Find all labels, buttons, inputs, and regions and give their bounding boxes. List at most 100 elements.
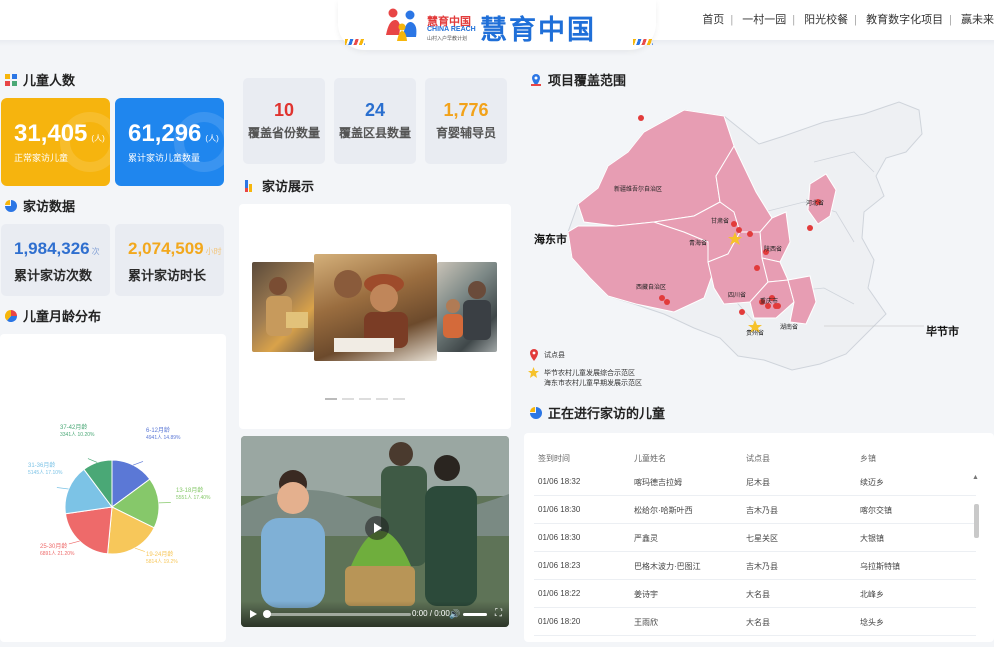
logo-tab[interactable]: 慧育中国 CHINA REACH 山村入户早教计划 慧育中国 (338, 0, 656, 50)
cell-child-name: 严鑫灵 (634, 533, 658, 544)
visit-card-count: 1,984,326次 累计家访次数 (1, 224, 110, 296)
scroll-up-icon[interactable]: ▲ (972, 474, 979, 481)
nav-home[interactable]: 首页 (702, 14, 724, 26)
visit-value: 2,074,509 (128, 239, 204, 258)
star-icon (528, 367, 539, 378)
visit-unit: 次 (92, 247, 100, 256)
city-label-haidong: 海东市 (534, 231, 567, 247)
pie-label-detail: 5145人 17.10% (28, 470, 63, 476)
map-section-title: 项目覆盖范围 (530, 70, 626, 89)
video-player[interactable]: 0:00 / 0:00 🔊 ⛶ (241, 436, 509, 627)
coverage-label: 育婴辅导员 (425, 124, 507, 141)
carousel-photo-right[interactable] (437, 262, 497, 352)
header-township: 乡镇 (860, 453, 876, 464)
table-row[interactable]: 01/06 18:22姜诗宇大名县北峰乡 (534, 580, 976, 608)
cell-township: 续迈乡 (860, 477, 884, 488)
cell-township: 北峰乡 (860, 589, 884, 600)
video-controls: 0:00 / 0:00 🔊 ⛶ (241, 601, 509, 627)
coverage-map[interactable]: 新疆维吾尔自治区 甘肃省 青海省 河北省 陕西省 西藏自治区 四川省 重庆市 湖… (524, 92, 994, 397)
map-label-sichuan: 四川省 (728, 290, 746, 299)
cell-checkin-time: 01/06 18:22 (538, 589, 580, 598)
stripe-decoration-right (633, 39, 653, 45)
map-label-qinghai: 青海省 (689, 238, 707, 247)
stripe-decoration-left (345, 39, 365, 45)
video-progress-knob[interactable] (263, 610, 271, 618)
coverage-value: 24 (334, 100, 416, 121)
section-title-text: 项目覆盖范围 (548, 70, 626, 89)
nav-win-future[interactable]: 赢未来 (961, 14, 994, 26)
legend-bijie-zone: 毕节农村儿童发展综合示范区 (528, 367, 635, 378)
carousel-photo-center[interactable] (314, 254, 437, 361)
section-title-text: 家访数据 (23, 196, 75, 215)
map-label-chongqing: 重庆市 (760, 296, 778, 305)
pie-label-name: 13-18月龄 (176, 486, 203, 494)
logo-subtitle: 山村入户早教计划 (427, 35, 467, 42)
table-row[interactable]: 01/06 18:32喀玛德吉拉姆尼木县续迈乡 (534, 468, 976, 496)
map-label-tibet: 西藏自治区 (636, 282, 666, 291)
carousel-dot[interactable] (376, 398, 388, 400)
table-row[interactable]: 01/06 18:20王雨欣大名县埝头乡 (534, 608, 976, 636)
cell-child-name: 松给尔·哈斯叶西 (634, 505, 693, 516)
age-chart-panel: 6-12月龄4941人 14.89%13-18月龄5551人 17.40%19-… (0, 334, 226, 642)
photo-adult-icon (437, 262, 497, 352)
pie-leader-line (57, 487, 69, 489)
carousel-dot[interactable] (393, 398, 405, 400)
stat-value: 31,405 (14, 120, 87, 147)
cell-checkin-time: 01/06 18:20 (538, 617, 580, 626)
visit-data-title: 家访数据 (5, 196, 75, 215)
visiting-table-title: 正在进行家访的儿童 (530, 403, 665, 422)
pie-label-name: 25-30月龄 (40, 542, 67, 550)
legend-haidong-zone: 海东市农村儿童早期发展示范区 (544, 378, 642, 388)
nav-digital-education[interactable]: 教育数字化项目 (866, 14, 943, 26)
carousel-dot[interactable] (342, 398, 354, 400)
children-count-title: 儿童人数 (5, 70, 75, 89)
legend-pilot-county: 试点县 (529, 349, 565, 361)
table-row[interactable]: 01/06 18:23巴格木波力·巴图江吉木乃县乌拉斯特镇 (534, 552, 976, 580)
coverage-card-tutors: 1,776 育婴辅导员 (425, 78, 507, 164)
stat-unit: (人) (205, 134, 218, 143)
nav-sunshine-meals[interactable]: 阳光校餐 (804, 14, 848, 26)
map-label-guizhou: 贵州省 (746, 328, 764, 337)
map-label-gansu: 甘肃省 (711, 216, 729, 225)
video-play-button[interactable] (365, 516, 389, 540)
age-pie-chart: 6-12月龄4941人 14.89%13-18月龄5551人 17.40%19-… (0, 334, 226, 642)
video-progress-bar[interactable] (265, 613, 411, 616)
volume-icon[interactable]: 🔊 (449, 609, 460, 620)
legend-text: 海东市农村儿童早期发展示范区 (544, 378, 642, 388)
pie-segment-icon (530, 407, 542, 419)
section-title-text: 儿童月龄分布 (23, 306, 101, 325)
carousel-dot[interactable] (325, 398, 337, 400)
pie-label-name: 37-42月龄 (60, 423, 87, 431)
nav-one-village-one-kindergarten[interactable]: 一村一园 (742, 14, 786, 26)
map-label-hunan: 湖南省 (780, 322, 798, 331)
carousel-dot[interactable] (359, 398, 371, 400)
play-icon[interactable] (250, 610, 257, 618)
volume-slider[interactable] (463, 613, 487, 616)
pin-icon (529, 349, 539, 361)
stat-card-total-children: 61,296(人) 累计家访儿童数量 (115, 98, 224, 186)
table-scrollbar[interactable] (974, 504, 979, 538)
legend-text: 毕节农村儿童发展综合示范区 (544, 368, 635, 378)
coverage-card-counties: 24 覆盖区县数量 (334, 78, 416, 164)
pie-slice[interactable] (65, 507, 112, 554)
pie-leader-line (88, 459, 97, 463)
top-nav: 首页| 一村一园| 阳光校餐| 教育数字化项目| 赢未来 (702, 11, 994, 27)
pie-label-detail: 5814人 19.2% (146, 559, 178, 565)
video-time: 0:00 / 0:00 (412, 609, 450, 618)
photo-carousel-panel[interactable] (239, 204, 511, 429)
cell-township: 埝头乡 (860, 617, 884, 628)
header-child-name: 儿童姓名 (634, 453, 666, 464)
cell-checkin-time: 01/06 18:32 (538, 477, 580, 486)
stat-unit: (人) (91, 134, 104, 143)
city-label-bijie: 毕节市 (926, 323, 959, 339)
cell-checkin-time: 01/06 18:23 (538, 561, 580, 570)
table-row[interactable]: 01/06 18:30严鑫灵七星关区大银镇 (534, 524, 976, 552)
cell-pilot-county: 尼木县 (746, 477, 770, 488)
pie-chart-icon (5, 310, 17, 322)
fullscreen-icon[interactable]: ⛶ (495, 608, 502, 619)
cell-child-name: 巴格木波力·巴图江 (634, 561, 701, 572)
table-row[interactable]: 01/06 18:30松给尔·哈斯叶西吉木乃县喀尔交镇 (534, 496, 976, 524)
map-label-shaanxi: 陕西省 (764, 244, 782, 253)
cell-pilot-county: 大名县 (746, 589, 770, 600)
carousel-photo-left[interactable] (252, 262, 314, 352)
